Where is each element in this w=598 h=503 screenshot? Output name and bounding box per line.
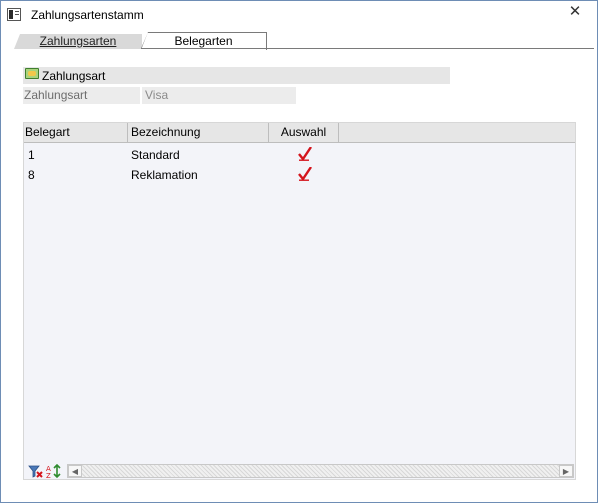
checkmark-icon[interactable] bbox=[298, 147, 312, 161]
title-bar: Zahlungsartenstamm ✕ bbox=[1, 1, 597, 29]
column-header-auswahl[interactable]: Auswahl bbox=[269, 123, 339, 143]
scroll-right-icon[interactable]: ▶ bbox=[559, 465, 573, 477]
table-row[interactable]: 8 Reklamation bbox=[24, 164, 575, 184]
zahlungsart-label: Zahlungsart bbox=[23, 87, 140, 104]
scroll-left-icon[interactable]: ◀ bbox=[68, 465, 82, 477]
cell-bezeichnung: Standard bbox=[131, 148, 180, 162]
app-window-icon bbox=[7, 8, 21, 21]
tab-belegarten-label: Belegarten bbox=[174, 34, 233, 48]
section-header-zahlungsart: Zahlungsart bbox=[23, 67, 450, 84]
grid-header: Belegart Bezeichnung Auswahl bbox=[24, 123, 575, 143]
column-header-bezeichnung[interactable]: Bezeichnung bbox=[128, 123, 269, 143]
svg-text:Z: Z bbox=[46, 472, 51, 479]
close-icon[interactable]: ✕ bbox=[565, 3, 585, 19]
cell-belegart: 8 bbox=[28, 168, 35, 182]
grid-rows: 1 Standard 8 Reklamation bbox=[24, 144, 575, 184]
cell-belegart: 1 bbox=[28, 148, 35, 162]
window-title: Zahlungsartenstamm bbox=[31, 8, 144, 22]
cell-bezeichnung: Reklamation bbox=[131, 168, 198, 182]
grid-footer: A Z ◀ ▶ bbox=[24, 463, 575, 479]
zahlungsart-value: Visa bbox=[142, 87, 296, 104]
belegarten-grid[interactable]: Belegart Bezeichnung Auswahl 1 Standard … bbox=[23, 122, 576, 480]
column-header-belegart[interactable]: Belegart bbox=[24, 123, 128, 143]
table-row[interactable]: 1 Standard bbox=[24, 144, 575, 164]
checkmark-icon[interactable] bbox=[298, 167, 312, 181]
tab-zahlungsarten-label: Zahlungsarten bbox=[39, 34, 117, 48]
sort-az-icon[interactable]: A Z bbox=[46, 464, 62, 479]
window: Zahlungsartenstamm ✕ Zahlungsarten Beleg… bbox=[0, 0, 598, 503]
tab-zahlungsarten[interactable]: Zahlungsarten bbox=[14, 34, 142, 49]
payment-card-icon bbox=[25, 68, 39, 79]
section-title: Zahlungsart bbox=[42, 69, 106, 83]
clear-filter-icon[interactable] bbox=[28, 464, 44, 479]
horizontal-scrollbar[interactable]: ◀ ▶ bbox=[67, 464, 574, 478]
tab-divider bbox=[141, 48, 594, 49]
